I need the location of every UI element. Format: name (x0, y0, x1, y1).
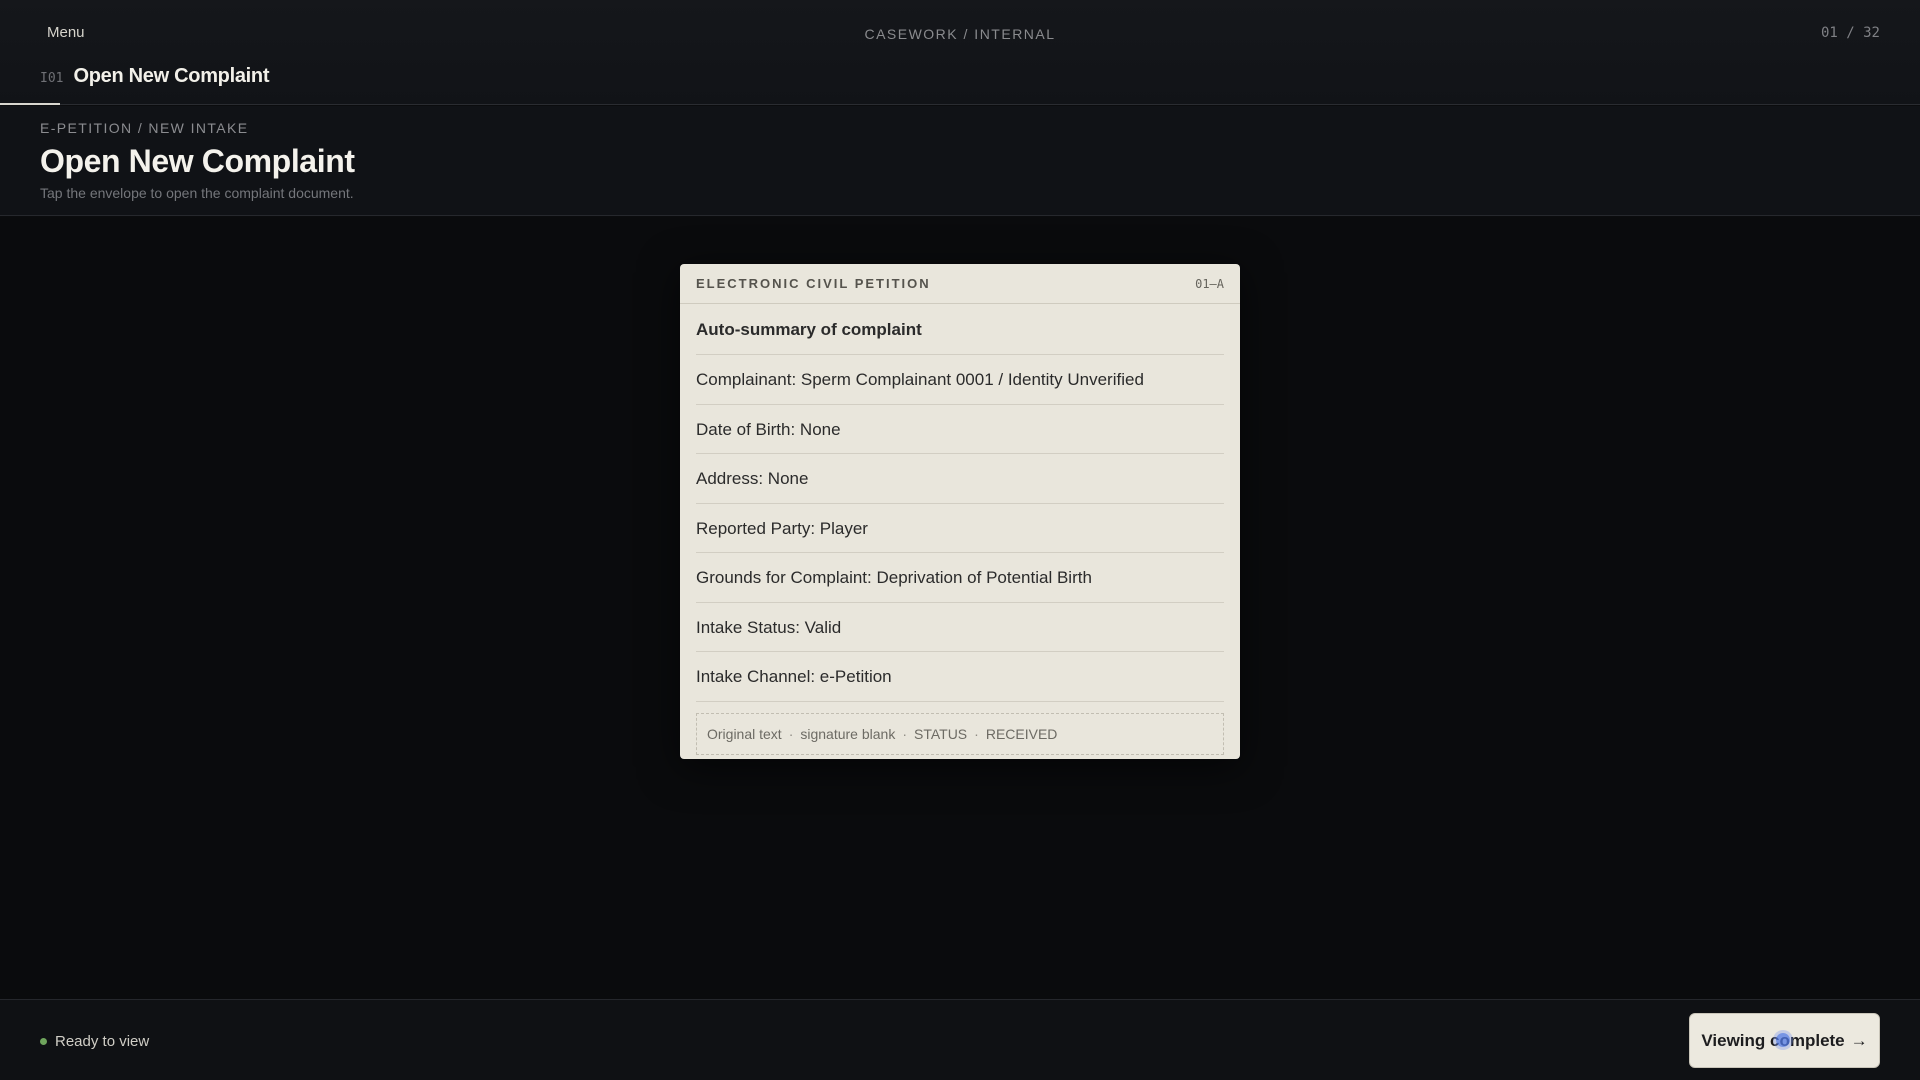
document-header: ELECTRONIC CIVIL PETITION 01–A (680, 264, 1240, 304)
section-label: CASEWORK / INTERNAL (864, 26, 1056, 42)
note-status-value: RECEIVED (985, 725, 1058, 742)
page-subtitle: Tap the envelope to open the complaint d… (40, 185, 354, 201)
status-dot-icon (40, 1038, 47, 1045)
page-header: E-PETITION / NEW INTAKE Open New Complai… (0, 106, 1920, 216)
document-body: Auto-summary of complaint Complainant: S… (680, 304, 1240, 702)
top-bar: Menu CASEWORK / INTERNAL 01 / 32 I01 Ope… (0, 0, 1920, 105)
status-indicator: Ready to view (40, 1033, 149, 1050)
document-footer-note: Original text · signature blank · STATUS… (696, 712, 1224, 755)
separator: · (902, 725, 907, 742)
status-text: Ready to view (55, 1033, 150, 1050)
field-grounds: Grounds for Complaint: Deprivation of Po… (696, 553, 1224, 603)
note-status-label: STATUS (914, 725, 968, 742)
field-complainant: Complainant: Sperm Complainant 0001 / Id… (696, 355, 1224, 405)
tab-code: I01 (40, 71, 64, 86)
document-title: ELECTRONIC CIVIL PETITION (696, 276, 931, 291)
field-date-of-birth: Date of Birth: None (696, 405, 1224, 454)
tab-open-new-complaint[interactable]: I01 Open New Complaint (40, 65, 270, 88)
arrow-right-icon: → (1850, 1030, 1868, 1050)
complaint-document[interactable]: ELECTRONIC CIVIL PETITION 01–A Auto-summ… (680, 264, 1240, 759)
field-intake-channel: Intake Channel: e-Petition (696, 652, 1224, 702)
note-original-text: Original text (707, 725, 782, 742)
field-reported-party: Reported Party: Player (696, 504, 1224, 553)
page-title: Open New Complaint (40, 143, 355, 179)
breadcrumb: E-PETITION / NEW INTAKE (40, 120, 249, 136)
note-signature: signature blank (800, 725, 896, 742)
pointer-cursor-icon (1776, 1033, 1790, 1047)
separator: · (974, 725, 979, 742)
document-code: 01–A (1195, 276, 1224, 291)
tab-title: Open New Complaint (73, 65, 270, 87)
page-counter: 01 / 32 (1820, 25, 1880, 41)
tab-active-indicator (0, 103, 60, 105)
bottom-bar: Ready to view Viewing complete → (0, 999, 1920, 1080)
field-intake-status: Intake Status: Valid (696, 603, 1224, 652)
separator: · (788, 725, 794, 742)
cta-label: Viewing complete (1701, 1030, 1845, 1050)
summary-heading: Auto-summary of complaint (696, 304, 1224, 355)
field-address: Address: None (696, 454, 1224, 504)
